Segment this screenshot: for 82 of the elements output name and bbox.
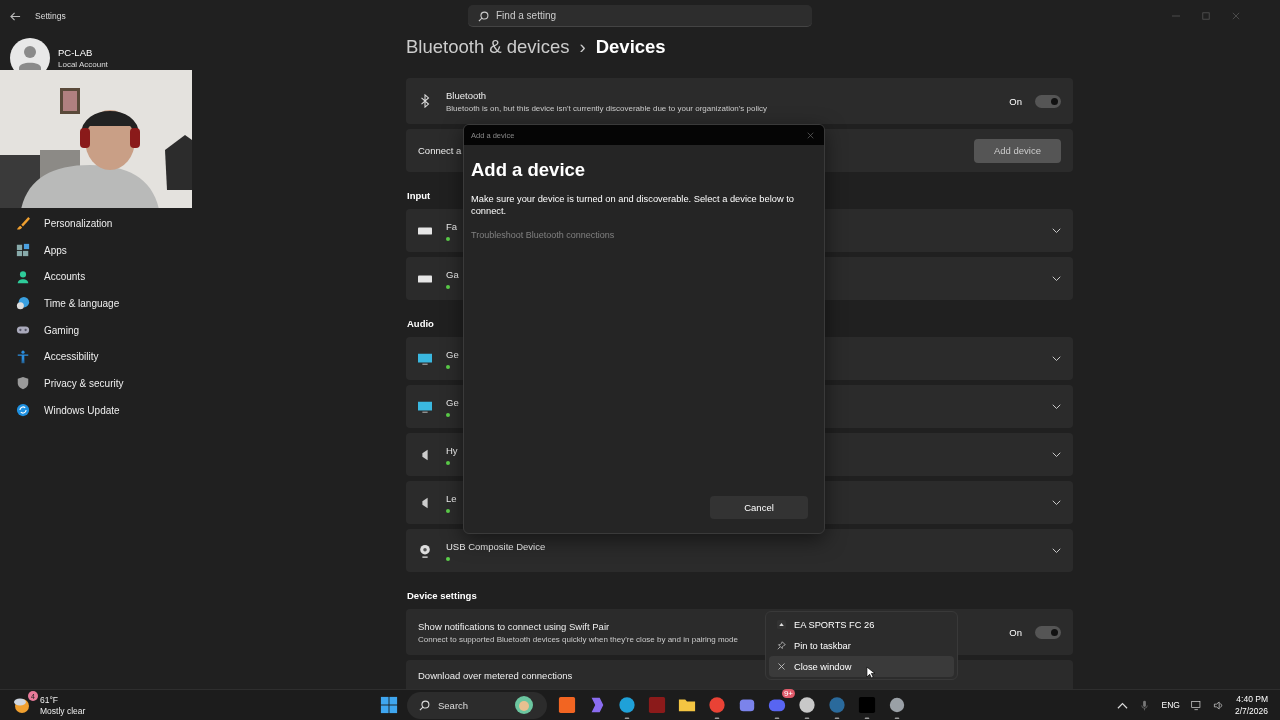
chevron-down-icon[interactable] [1052,275,1061,282]
category-icon [16,349,30,364]
sidebar-item[interactable]: Time & language [16,290,406,317]
chevron-down-icon[interactable] [1052,355,1061,362]
device-icon [418,399,432,414]
toggle-state: On [1009,626,1022,638]
language-indicator[interactable]: ENG [1161,700,1180,710]
taskbar-search[interactable]: Search [407,691,547,719]
device-name: USB Composite Device [446,540,546,552]
network-icon[interactable] [1190,699,1202,711]
breadcrumb-link[interactable]: Bluetooth & devices [406,36,570,58]
setting-title: Bluetooth [446,89,487,101]
temperature: 61°F [40,694,60,705]
back-icon[interactable] [10,10,21,22]
mouse-pointer-icon [866,666,875,679]
sidebar-item[interactable]: Personalization [16,210,406,237]
category-icon [16,243,30,258]
toggle-state: On [1009,95,1022,107]
chevron-down-icon[interactable] [1052,227,1061,234]
menu-item[interactable]: Pin to taskbar [769,635,954,656]
swift-pair-toggle[interactable] [1035,625,1061,639]
sidebar-item[interactable]: Apps [16,236,406,264]
category-icon [16,296,30,311]
section-heading: Input [407,189,431,201]
taskbar-app-icon[interactable] [707,695,726,720]
sidebar-item[interactable]: Accessibility [16,343,406,371]
bluetooth-icon [418,94,432,108]
taskbar-app-icon[interactable] [617,695,636,720]
microphone-icon[interactable] [1139,699,1151,711]
dialog-heading: Add a device [471,159,587,181]
weather-condition: Mostly clear [40,705,86,716]
setting-title: Download over metered connections [418,670,573,681]
cancel-button[interactable]: Cancel [710,496,808,519]
account-type: Local Account [58,60,108,69]
device-icon [418,543,432,558]
category-icon [16,403,30,418]
chevron-down-icon[interactable] [1052,403,1061,410]
section-heading: Device settings [407,589,477,601]
device-name: Hy [446,444,458,456]
device-icon [418,351,432,366]
device-name: Ga [446,268,459,280]
device-row[interactable]: USB Composite Device [406,529,1073,572]
notification-badge: 9+ [781,689,795,698]
app-icon [777,620,786,629]
sidebar-item[interactable]: Gaming [16,316,406,344]
setting-description: Connect to supported Bluetooth devices quickly when they're close by and in pairing mode [418,634,738,644]
category-icon [16,376,30,391]
start-icon[interactable] [380,696,398,714]
window-title: Settings [35,11,66,21]
setting-description: Bluetooth is on, but this device isn't currently discoverable due to your organization's policy [446,103,767,113]
setting-title: Connect a [418,145,463,156]
device-name: Le [446,492,457,504]
breadcrumb-separator: › [579,36,586,58]
menu-item[interactable]: EA SPORTS FC 26 [769,614,954,635]
sidebar-item[interactable]: Windows Update [16,396,406,424]
page-title: Devices [595,36,666,58]
category-icon [16,269,30,284]
chevron-down-icon[interactable] [1052,451,1061,458]
pin-icon [777,641,786,650]
sidebar-item[interactable]: Accounts [16,263,406,291]
device-name: Ge [446,348,459,360]
section-heading: Audio [407,317,434,329]
dialog-text: Make sure your device is turned on and discoverable. Select a device below to connect. [471,193,795,217]
taskbar-app-icon[interactable] [797,695,816,720]
menu-item[interactable]: Close window [769,656,954,677]
chevron-down-icon[interactable] [1052,547,1061,554]
search-field[interactable]: Find a setting [468,5,812,27]
category-icon [16,216,30,231]
search-icon [478,11,489,22]
setting-title: Show notifications to connect using Swift Pair [418,620,610,632]
profile-name: PC-LAB [58,47,94,58]
bluetooth-toggle[interactable] [1035,94,1061,108]
device-name: Fa [446,220,458,232]
clock[interactable]: 4:40 PM 2/7/2026 [1234,694,1268,716]
add-device-button[interactable]: Add device [974,138,1061,163]
close-icon [777,662,786,671]
volume-icon[interactable] [1212,699,1224,711]
search-icon [419,699,430,711]
sidebar-item[interactable]: Privacy & security [16,370,406,397]
taskbar-app-icon[interactable] [887,695,906,720]
chevron-down-icon[interactable] [1052,499,1061,506]
device-name: Ge [446,396,459,408]
